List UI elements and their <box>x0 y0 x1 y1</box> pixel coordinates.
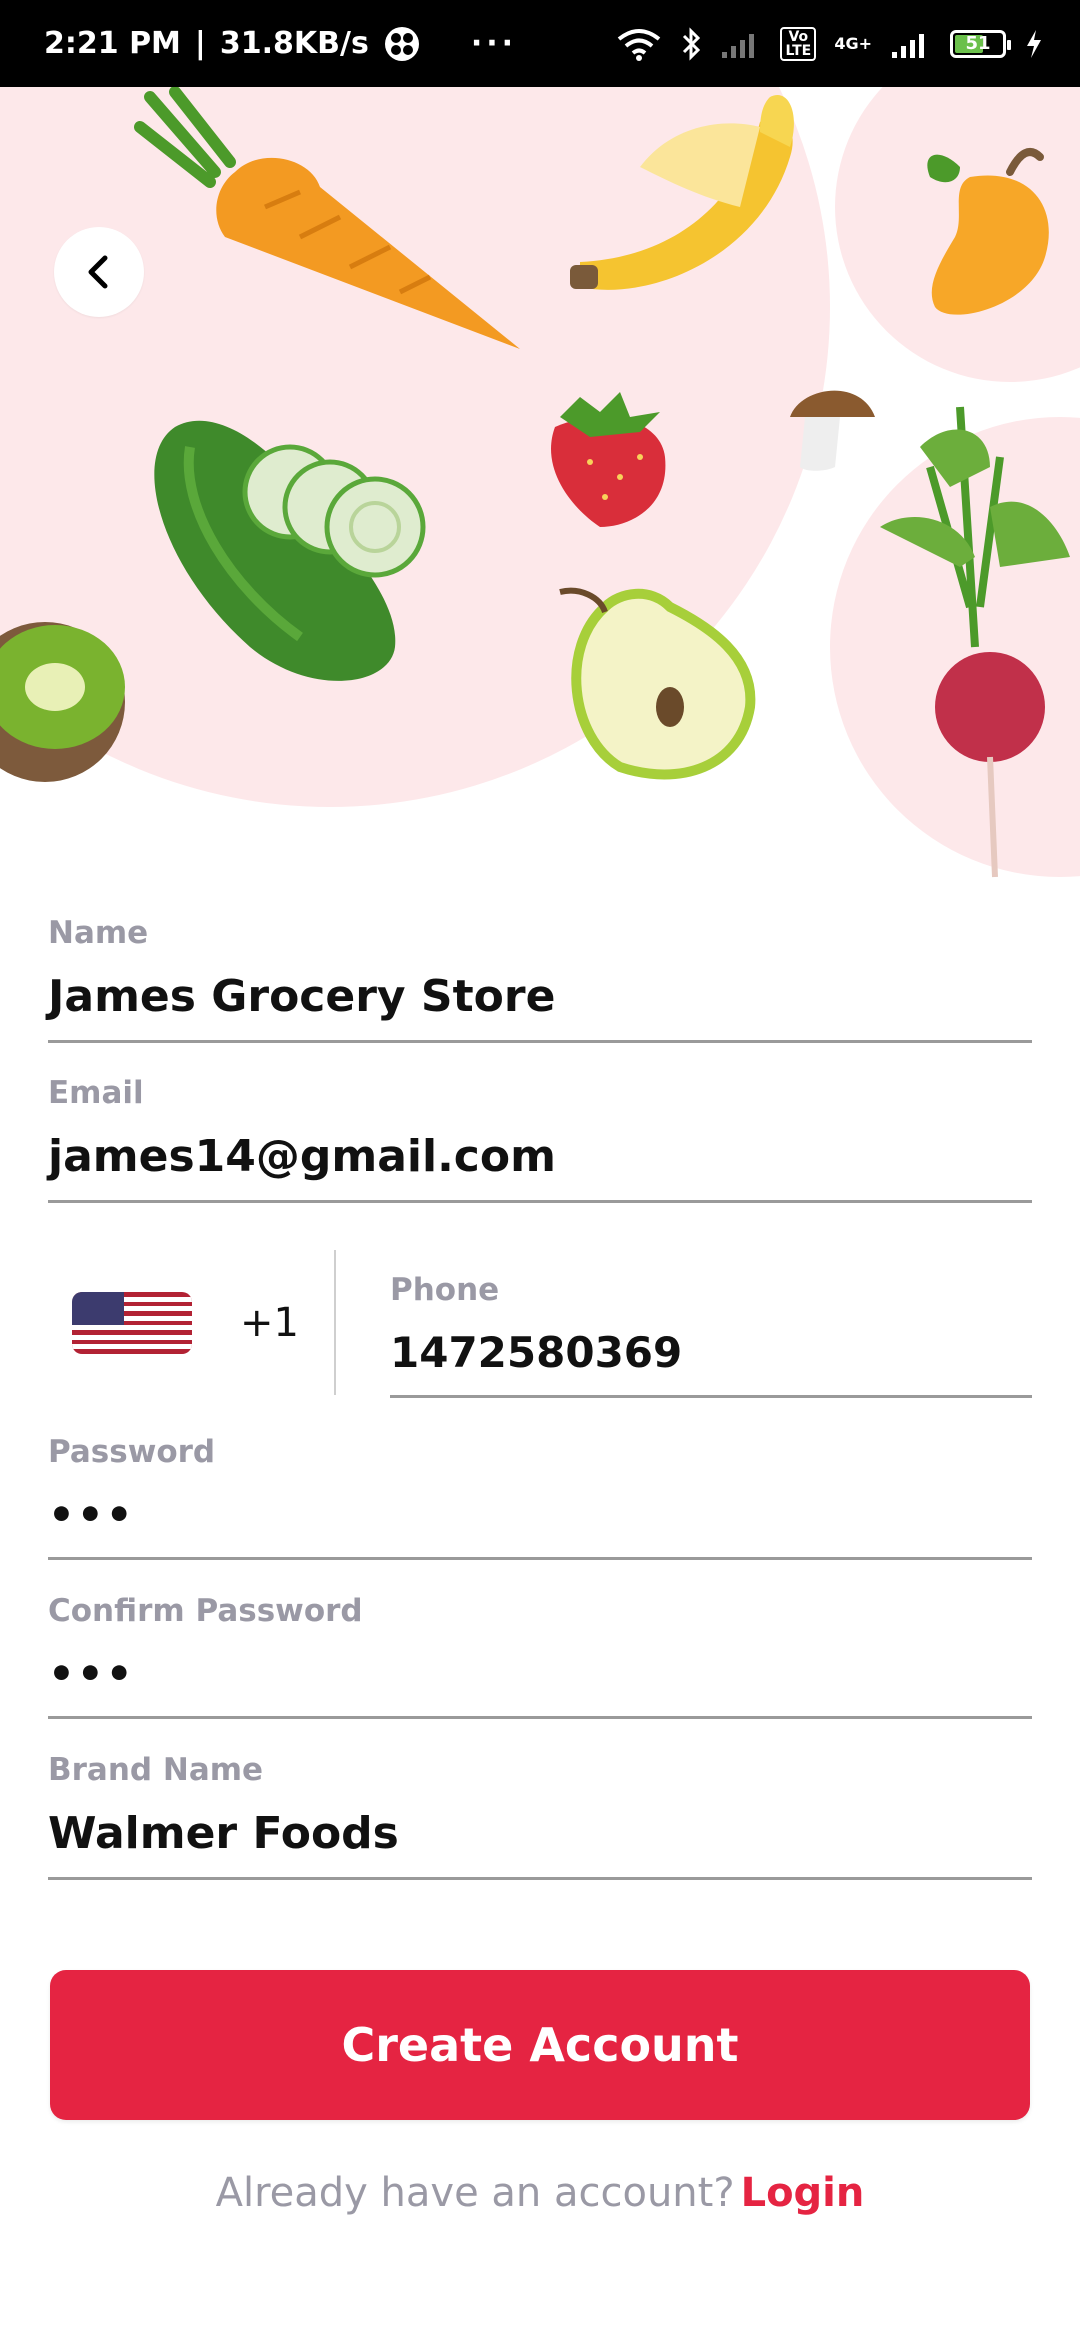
brand-name-label: Brand Name <box>48 1752 264 1788</box>
name-input[interactable]: James Grocery Store <box>48 971 1032 1043</box>
produce-illustration <box>0 87 1080 878</box>
hero-blob-bottom-right <box>830 417 1080 877</box>
chevron-left-icon <box>88 255 108 289</box>
status-speed: 31.8KB/s <box>219 26 369 61</box>
signal-icon-2 <box>892 33 924 58</box>
hero-illustration <box>0 87 1080 907</box>
status-left: 2:21 PM | 31.8KB/s ··· <box>44 26 518 61</box>
phone-row: +1 Phone 1472580369 <box>48 1250 1032 1398</box>
confirm-password-label: Confirm Password <box>48 1593 363 1629</box>
phone-input[interactable]: 1472580369 <box>390 1328 1032 1398</box>
status-more: ··· <box>470 26 518 61</box>
kiwi-illustration <box>0 622 125 782</box>
volte-badge: Vo LTE <box>780 26 817 61</box>
password-input[interactable]: ••• <box>48 1490 1032 1560</box>
status-time: 2:21 PM <box>44 26 181 61</box>
login-link[interactable]: Login <box>741 2170 865 2216</box>
login-prompt: Already have an account? Login <box>0 2170 1080 2216</box>
password-field[interactable]: Password ••• <box>48 1434 1032 1560</box>
charging-icon <box>1027 29 1041 58</box>
battery-icon: 51 <box>950 29 1011 58</box>
back-button[interactable] <box>54 227 144 317</box>
phone-divider <box>334 1250 336 1395</box>
app-notification-icon <box>384 26 419 61</box>
country-code-picker[interactable]: +1 <box>48 1250 338 1395</box>
pear-illustration <box>559 587 756 780</box>
name-label: Name <box>48 915 149 951</box>
bluetooth-icon <box>683 26 701 61</box>
signal-icon <box>722 33 755 58</box>
brand-name-input[interactable]: Walmer Foods <box>48 1808 1032 1880</box>
status-right: Vo LTE 4G+ 51 <box>616 26 1044 62</box>
us-flag-icon <box>72 1291 192 1354</box>
confirm-password-field[interactable]: Confirm Password ••• <box>48 1593 1032 1719</box>
login-prompt-text: Already have an account? <box>215 2170 735 2216</box>
create-account-button[interactable]: Create Account <box>50 1970 1030 2120</box>
name-field[interactable]: Name James Grocery Store <box>48 915 1032 1043</box>
wifi-icon <box>618 28 661 61</box>
email-label: Email <box>48 1075 144 1111</box>
phone-field[interactable]: Phone 1472580369 <box>390 1272 1032 1398</box>
email-field[interactable]: Email james14@gmail.com <box>48 1075 1032 1203</box>
brand-name-field[interactable]: Brand Name Walmer Foods <box>48 1752 1032 1880</box>
confirm-password-input[interactable]: ••• <box>48 1649 1032 1719</box>
email-input[interactable]: james14@gmail.com <box>48 1131 1032 1203</box>
status-bar: 2:21 PM | 31.8KB/s ··· Vo LTE 4G+ 51 <box>0 0 1080 87</box>
network-type: 4G+ <box>834 34 872 53</box>
country-code: +1 <box>240 1299 299 1346</box>
phone-label: Phone <box>390 1272 500 1308</box>
password-label: Password <box>48 1434 216 1470</box>
